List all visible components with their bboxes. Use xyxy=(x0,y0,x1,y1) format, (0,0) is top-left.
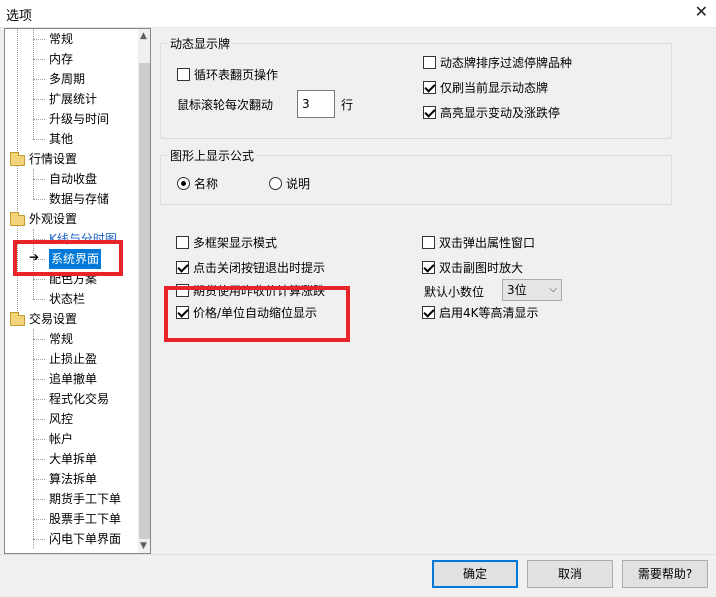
tree-item[interactable]: K线与分时图 xyxy=(49,229,117,249)
close-icon[interactable]: ✕ xyxy=(695,2,708,21)
tree-item[interactable]: 大单拆单 xyxy=(49,449,97,469)
folder-icon xyxy=(10,212,25,226)
window-title: 选项 xyxy=(6,9,33,24)
tree-guide-line xyxy=(33,199,45,200)
tree-item[interactable]: 程式化交易 xyxy=(49,389,109,409)
formula-desc-radio[interactable]: 说明 xyxy=(269,175,310,193)
refresh-current-checkbox[interactable]: 仅刷当前显示动态牌 xyxy=(423,79,548,97)
tree-item[interactable]: 升级与时间 xyxy=(49,109,109,129)
tree-guide-line xyxy=(33,519,45,520)
tree-guide-line xyxy=(33,119,45,120)
highlight-changes-checkbox[interactable]: 高亮显示变动及涨跌停 xyxy=(423,104,560,122)
tree-item[interactable]: 多周期 xyxy=(49,69,85,89)
tree-guide-line xyxy=(33,29,34,139)
tree-item[interactable]: 止损止盈 xyxy=(49,349,97,369)
multi-frame-checkbox[interactable]: 多框架显示模式 xyxy=(176,234,277,252)
dblclick-popup-checkbox[interactable]: 双击弹出属性窗口 xyxy=(422,234,535,252)
tree-item[interactable]: 常规 xyxy=(49,329,73,349)
tree-item[interactable]: 数据与存储 xyxy=(49,189,109,209)
tree-guide-line xyxy=(33,279,45,280)
tree-item[interactable]: 帐户 xyxy=(49,429,73,449)
dynamic-board-group: 动态显示牌 循环表翻页操作 鼠标滚轮每次翻动 3 行 动态牌排序过滤停牌品种 仅… xyxy=(160,35,672,139)
futures-prev-settle-checkbox[interactable]: 期货使用昨收价计算涨跌 xyxy=(176,282,325,300)
help-button[interactable]: 需要帮助? xyxy=(622,560,708,588)
group-title: 图形上显示公式 xyxy=(167,147,258,164)
tree-guide-line xyxy=(33,99,45,100)
formula-name-radio[interactable]: 名称 xyxy=(177,175,218,193)
tree-guide-line xyxy=(33,329,34,549)
tree-item-selected[interactable]: 系统界面 xyxy=(49,249,102,269)
group-title: 动态显示牌 xyxy=(167,35,234,52)
tree-item[interactable]: 风控 xyxy=(49,409,73,429)
tree-item[interactable]: 自动收盘 xyxy=(49,169,97,189)
tree-item[interactable]: 追单撤单 xyxy=(49,369,97,389)
tree-item[interactable]: 期货手工下单 xyxy=(49,489,121,509)
loop-page-checkbox[interactable]: 循环表翻页操作 xyxy=(177,66,278,84)
tree-scrollbar[interactable]: ▲ ▼ xyxy=(138,29,150,553)
chevron-down-icon: ⌵ xyxy=(549,284,557,295)
checkbox-box xyxy=(177,68,190,81)
decimal-select[interactable]: 3位 ⌵ xyxy=(502,279,562,301)
wheel-unit: 行 xyxy=(341,98,354,112)
tree-category[interactable]: 交易设置 xyxy=(29,309,77,329)
tree-guide-line xyxy=(33,399,45,400)
tree-guide-line xyxy=(33,419,45,420)
settings-panel: 动态显示牌 循环表翻页操作 鼠标滚轮每次翻动 3 行 动态牌排序过滤停牌品种 仅… xyxy=(152,28,716,554)
tree-guide-line xyxy=(33,139,45,140)
tree-guide-line xyxy=(33,229,34,299)
enable-4k-checkbox[interactable]: 启用4K等高清显示 xyxy=(422,304,539,322)
formula-group: 图形上显示公式 名称 说明 xyxy=(160,147,672,205)
tree-guide-line xyxy=(33,79,45,80)
tree-category[interactable]: 行情设置 xyxy=(29,149,77,169)
tree-guide-line xyxy=(33,359,45,360)
scroll-up-icon[interactable]: ▲ xyxy=(140,31,147,41)
tree-item[interactable]: 算法拆单 xyxy=(49,469,97,489)
tree-guide-line xyxy=(33,59,45,60)
tree-item[interactable]: 配色方案 xyxy=(49,269,97,289)
tree-guide-line xyxy=(33,499,45,500)
cancel-button[interactable]: 取消 xyxy=(527,560,613,588)
tree-guide-line xyxy=(33,299,45,300)
tree-guide-line xyxy=(33,39,45,40)
filter-suspended-checkbox[interactable]: 动态牌排序过滤停牌品种 xyxy=(423,54,572,72)
arrow-right-icon: ➔ xyxy=(29,250,40,264)
tree-item[interactable]: 状态栏 xyxy=(49,289,85,309)
tree-item[interactable]: 常规 xyxy=(49,29,73,49)
folder-icon xyxy=(10,312,25,326)
tree-category[interactable]: 外观设置 xyxy=(29,209,77,229)
tree-guide-line xyxy=(33,339,45,340)
tree-guide-line xyxy=(33,539,45,540)
wheel-lines-input[interactable]: 3 xyxy=(297,90,335,118)
tree-guide-line xyxy=(33,179,45,180)
ok-button[interactable]: 确定 xyxy=(432,560,518,588)
auto-shrink-checkbox[interactable]: 价格/单位自动缩位显示 xyxy=(176,304,317,322)
tree-guide-line xyxy=(33,239,45,240)
tree-item[interactable]: 股票手工下单 xyxy=(49,509,121,529)
folder-icon xyxy=(10,152,25,166)
scroll-thumb[interactable] xyxy=(139,63,150,539)
settings-tree[interactable]: 常规 内存 多周期 扩展统计 升级与时间 其他 行情设置 自动收盘 数据与存储 外观设置 K线与分时… xyxy=(4,28,151,554)
tree-guide-line xyxy=(33,439,45,440)
tree-guide-line xyxy=(33,479,45,480)
tree-guide-line xyxy=(17,29,18,325)
decimal-label: 默认小数位 xyxy=(424,285,485,299)
close-prompt-checkbox[interactable]: 点击关闭按钮退出时提示 xyxy=(176,259,325,277)
tree-item[interactable]: 扩展统计 xyxy=(49,89,97,109)
tree-guide-line xyxy=(33,169,34,199)
dblclick-enlarge-checkbox[interactable]: 双击副图时放大 xyxy=(422,259,523,277)
tree-guide-line xyxy=(33,379,45,380)
wheel-label: 鼠标滚轮每次翻动 xyxy=(177,98,274,112)
title-bar: 选项 ✕ xyxy=(0,0,716,28)
tree-item[interactable]: 内存 xyxy=(49,49,73,69)
dialog-footer: 确定 取消 需要帮助? xyxy=(0,554,716,597)
tree-item[interactable]: 其他 xyxy=(49,129,73,149)
tree-guide-line xyxy=(33,459,45,460)
tree-item[interactable]: 闪电下单界面 xyxy=(49,529,121,549)
scroll-down-icon[interactable]: ▼ xyxy=(140,541,147,551)
